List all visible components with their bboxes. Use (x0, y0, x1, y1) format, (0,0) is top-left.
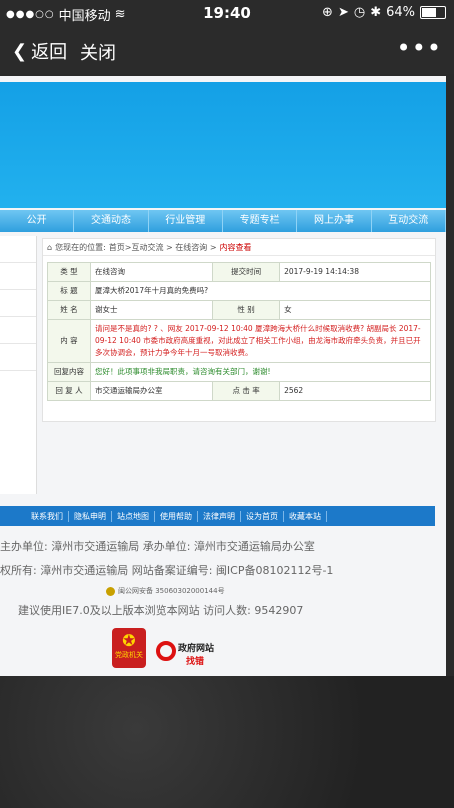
footer-link-privacy[interactable]: 隐私申明 (69, 510, 112, 522)
menu-item-interaction[interactable]: 互动交流 (372, 210, 446, 232)
submit-time-value: 2017-9-19 14:14:38 (279, 262, 431, 282)
find-error-text: 找错 (186, 657, 205, 667)
table-row: 类 型 在线咨询 提交时间 2017-9-19 14:14:38 (47, 262, 431, 282)
sidebar-row[interactable] (0, 290, 36, 317)
sidebar-row[interactable] (0, 263, 36, 290)
home-icon: ⌂ (47, 242, 53, 252)
type-value: 在线咨询 (89, 262, 214, 282)
magnifier-icon (156, 641, 176, 661)
footer-link-homepage[interactable]: 设为首页 (241, 510, 284, 522)
battery-percent: 64% (386, 5, 415, 20)
gov-site-error-logo[interactable]: 政府网站 找错 (156, 639, 226, 667)
police-record-text: 闽公网安备 35060302000144号 (118, 587, 225, 595)
menu-item-industry[interactable]: 行业管理 (149, 210, 223, 232)
content-label: 内 容 (47, 319, 91, 363)
back-button[interactable]: ❮ 返回 (12, 38, 67, 64)
gender-label: 性 别 (212, 300, 281, 320)
name-label: 姓 名 (47, 300, 91, 320)
submit-time-label: 提交时间 (212, 262, 281, 282)
content-panel: ⌂ 您现在的位置: 首页>互动交流 > 在线咨询 > 内容查看 类 型 在线咨询… (42, 238, 436, 422)
replier-label: 回 复 人 (47, 381, 91, 401)
reply-content-value: 您好！此项事项非我局职责，请咨询有关部门，谢谢! (90, 362, 431, 382)
replier-value: 市交通运输局办公室 (89, 381, 214, 401)
close-button[interactable]: 关闭 (80, 39, 116, 65)
bluetooth-icon: ✱ (370, 5, 382, 20)
clicks-value: 2562 (279, 381, 431, 401)
party-gov-logo-text: 党政机关 (115, 651, 143, 659)
footer-link-bookmark[interactable]: 收藏本站 (284, 510, 327, 522)
menu-item-special[interactable]: 专题专栏 (223, 210, 298, 232)
alarm-icon: ◷ (353, 5, 366, 20)
title-value: 厦漳大桥2017年十月真的免费吗? (90, 281, 431, 301)
web-page: 公开 交通动态 行业管理 专题专栏 网上办事 互动交流 ⌂ 您现在的位置: 首页… (0, 76, 446, 676)
breadcrumb-path[interactable]: 首页>互动交流 > 在线咨询 > (109, 242, 217, 253)
breadcrumb-current: 内容查看 (219, 242, 252, 252)
menu-item-online-service[interactable]: 网上办事 (297, 210, 372, 232)
name-value: 谢女士 (89, 300, 214, 320)
location-icon: ➤ (337, 5, 349, 20)
content-value: 请问是不是真的? ? 、网友 2017-09-12 10:40 厦漳跨海大桥什么… (90, 319, 431, 363)
footer-police-record[interactable]: 闽公网安备 35060302000144号 (106, 586, 225, 596)
chevron-left-icon: ❮ (12, 40, 28, 62)
gov-site-text: 政府网站 (178, 644, 215, 654)
lock-rotation-icon: ⊕ (322, 5, 333, 20)
table-row: 标 题 厦漳大桥2017年十月真的免费吗? (47, 281, 431, 301)
breadcrumb-prefix: 您现在的位置: (55, 242, 106, 252)
table-row: 回 复 人 市交通运输局办公室 点 击 率 2562 (47, 381, 431, 401)
footer-link-help[interactable]: 使用帮助 (155, 510, 198, 522)
gender-value: 女 (279, 300, 431, 320)
sidebar-row[interactable] (0, 317, 36, 344)
title-label: 标 题 (47, 281, 91, 301)
back-label: 返回 (31, 42, 68, 63)
site-banner (0, 82, 446, 208)
footer-browser-note: 建议使用IE7.0及以上版本浏览本网站 访问人数: 9542907 (18, 604, 304, 617)
status-right: ⊕ ➤ ◷ ✱ 64% (322, 5, 446, 20)
clicks-label: 点 击 率 (212, 381, 281, 401)
table-row: 回复内容 您好！此项事项非我局职责，请咨询有关部门，谢谢! (47, 362, 431, 382)
battery-icon (420, 6, 446, 19)
status-bar: ●●●○○ 中国移动 ≋ 19:40 ⊕ ➤ ◷ ✱ 64% (0, 0, 454, 26)
footer-link-legal[interactable]: 法律声明 (198, 510, 241, 522)
background-area (0, 676, 454, 808)
police-badge-icon (106, 586, 115, 596)
inquiry-detail-table: 类 型 在线咨询 提交时间 2017-9-19 14:14:38 标 题 厦漳大… (47, 262, 431, 401)
table-row: 姓 名 谢女士 性 别 女 (47, 300, 431, 320)
more-icon[interactable]: ••• (397, 34, 442, 62)
sidebar-row[interactable] (0, 344, 36, 371)
table-row: 内 容 请问是不是真的? ? 、网友 2017-09-12 10:40 厦漳跨海… (47, 319, 431, 363)
party-gov-logo[interactable]: ✪ 党政机关 (112, 628, 146, 668)
footer-nav: 联系我们 隐私申明 站点地图 使用帮助 法律声明 设为首页 收藏本站 (0, 506, 435, 526)
footer-organizer: 主办单位: 漳州市交通运输局 承办单位: 漳州市交通运输局办公室 (0, 540, 315, 553)
emblem-icon: ✪ (122, 631, 136, 650)
breadcrumb: ⌂ 您现在的位置: 首页>互动交流 > 在线咨询 > 内容查看 (43, 239, 435, 256)
menu-item-traffic-news[interactable]: 交通动态 (74, 210, 149, 232)
menu-item-public[interactable]: 公开 (0, 210, 75, 232)
main-menu: 公开 交通动态 行业管理 专题专栏 网上办事 互动交流 (0, 210, 446, 232)
footer-link-sitemap[interactable]: 站点地图 (112, 510, 155, 522)
left-sidebar (0, 236, 37, 494)
nav-bar: ❮ 返回 关闭 ••• (0, 26, 454, 74)
reply-content-label: 回复内容 (47, 362, 91, 382)
type-label: 类 型 (47, 262, 91, 282)
footer-copyright: 权所有: 漳州市交通运输局 网站备案证编号: 闽ICP备08102112号-1 (0, 564, 334, 577)
sidebar-row[interactable] (0, 236, 36, 263)
footer-link-contact[interactable]: 联系我们 (26, 510, 69, 522)
